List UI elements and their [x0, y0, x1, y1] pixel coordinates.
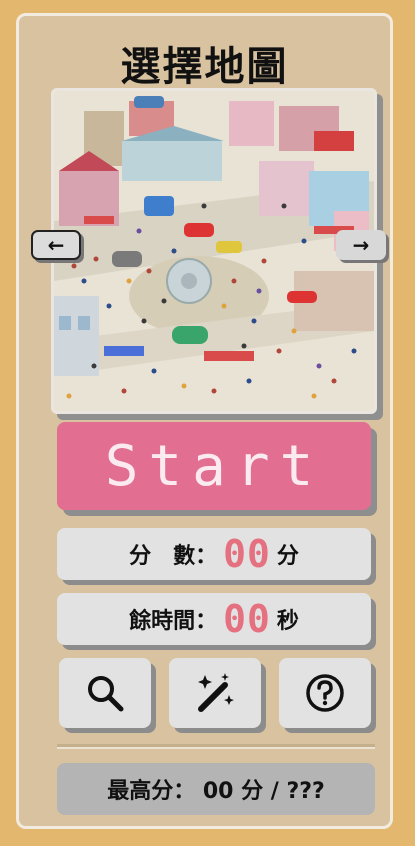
time-unit: 秒	[276, 609, 299, 634]
map-preview[interactable]	[51, 88, 377, 414]
time-display: 餘時間： 00 秒	[57, 593, 371, 645]
prev-map-button[interactable]: ←	[31, 230, 81, 260]
hint-button[interactable]	[169, 658, 261, 728]
game-panel: 選擇地圖 ← → Start 分 數： 00 分 餘時間： 00 秒 最高分： …	[16, 13, 393, 829]
search-button[interactable]	[59, 658, 151, 728]
score-value: 00	[223, 532, 271, 576]
magic-wand-icon	[198, 673, 234, 712]
help-button[interactable]	[279, 658, 371, 728]
page-title: 選擇地圖	[120, 44, 289, 90]
time-value: 00	[223, 597, 271, 641]
time-label: 餘時間：	[129, 609, 218, 634]
score-label: 分 數：	[129, 544, 218, 569]
help-icon	[306, 674, 344, 712]
best-score: 最高分： 00 分 / ???	[57, 763, 375, 815]
next-map-button[interactable]: →	[336, 230, 386, 260]
map-illustration	[54, 91, 374, 411]
score-display: 分 數： 00 分	[57, 528, 371, 580]
search-icon	[88, 676, 124, 712]
score-unit: 分	[276, 544, 299, 569]
start-button[interactable]: Start	[57, 422, 371, 510]
divider	[57, 744, 375, 749]
